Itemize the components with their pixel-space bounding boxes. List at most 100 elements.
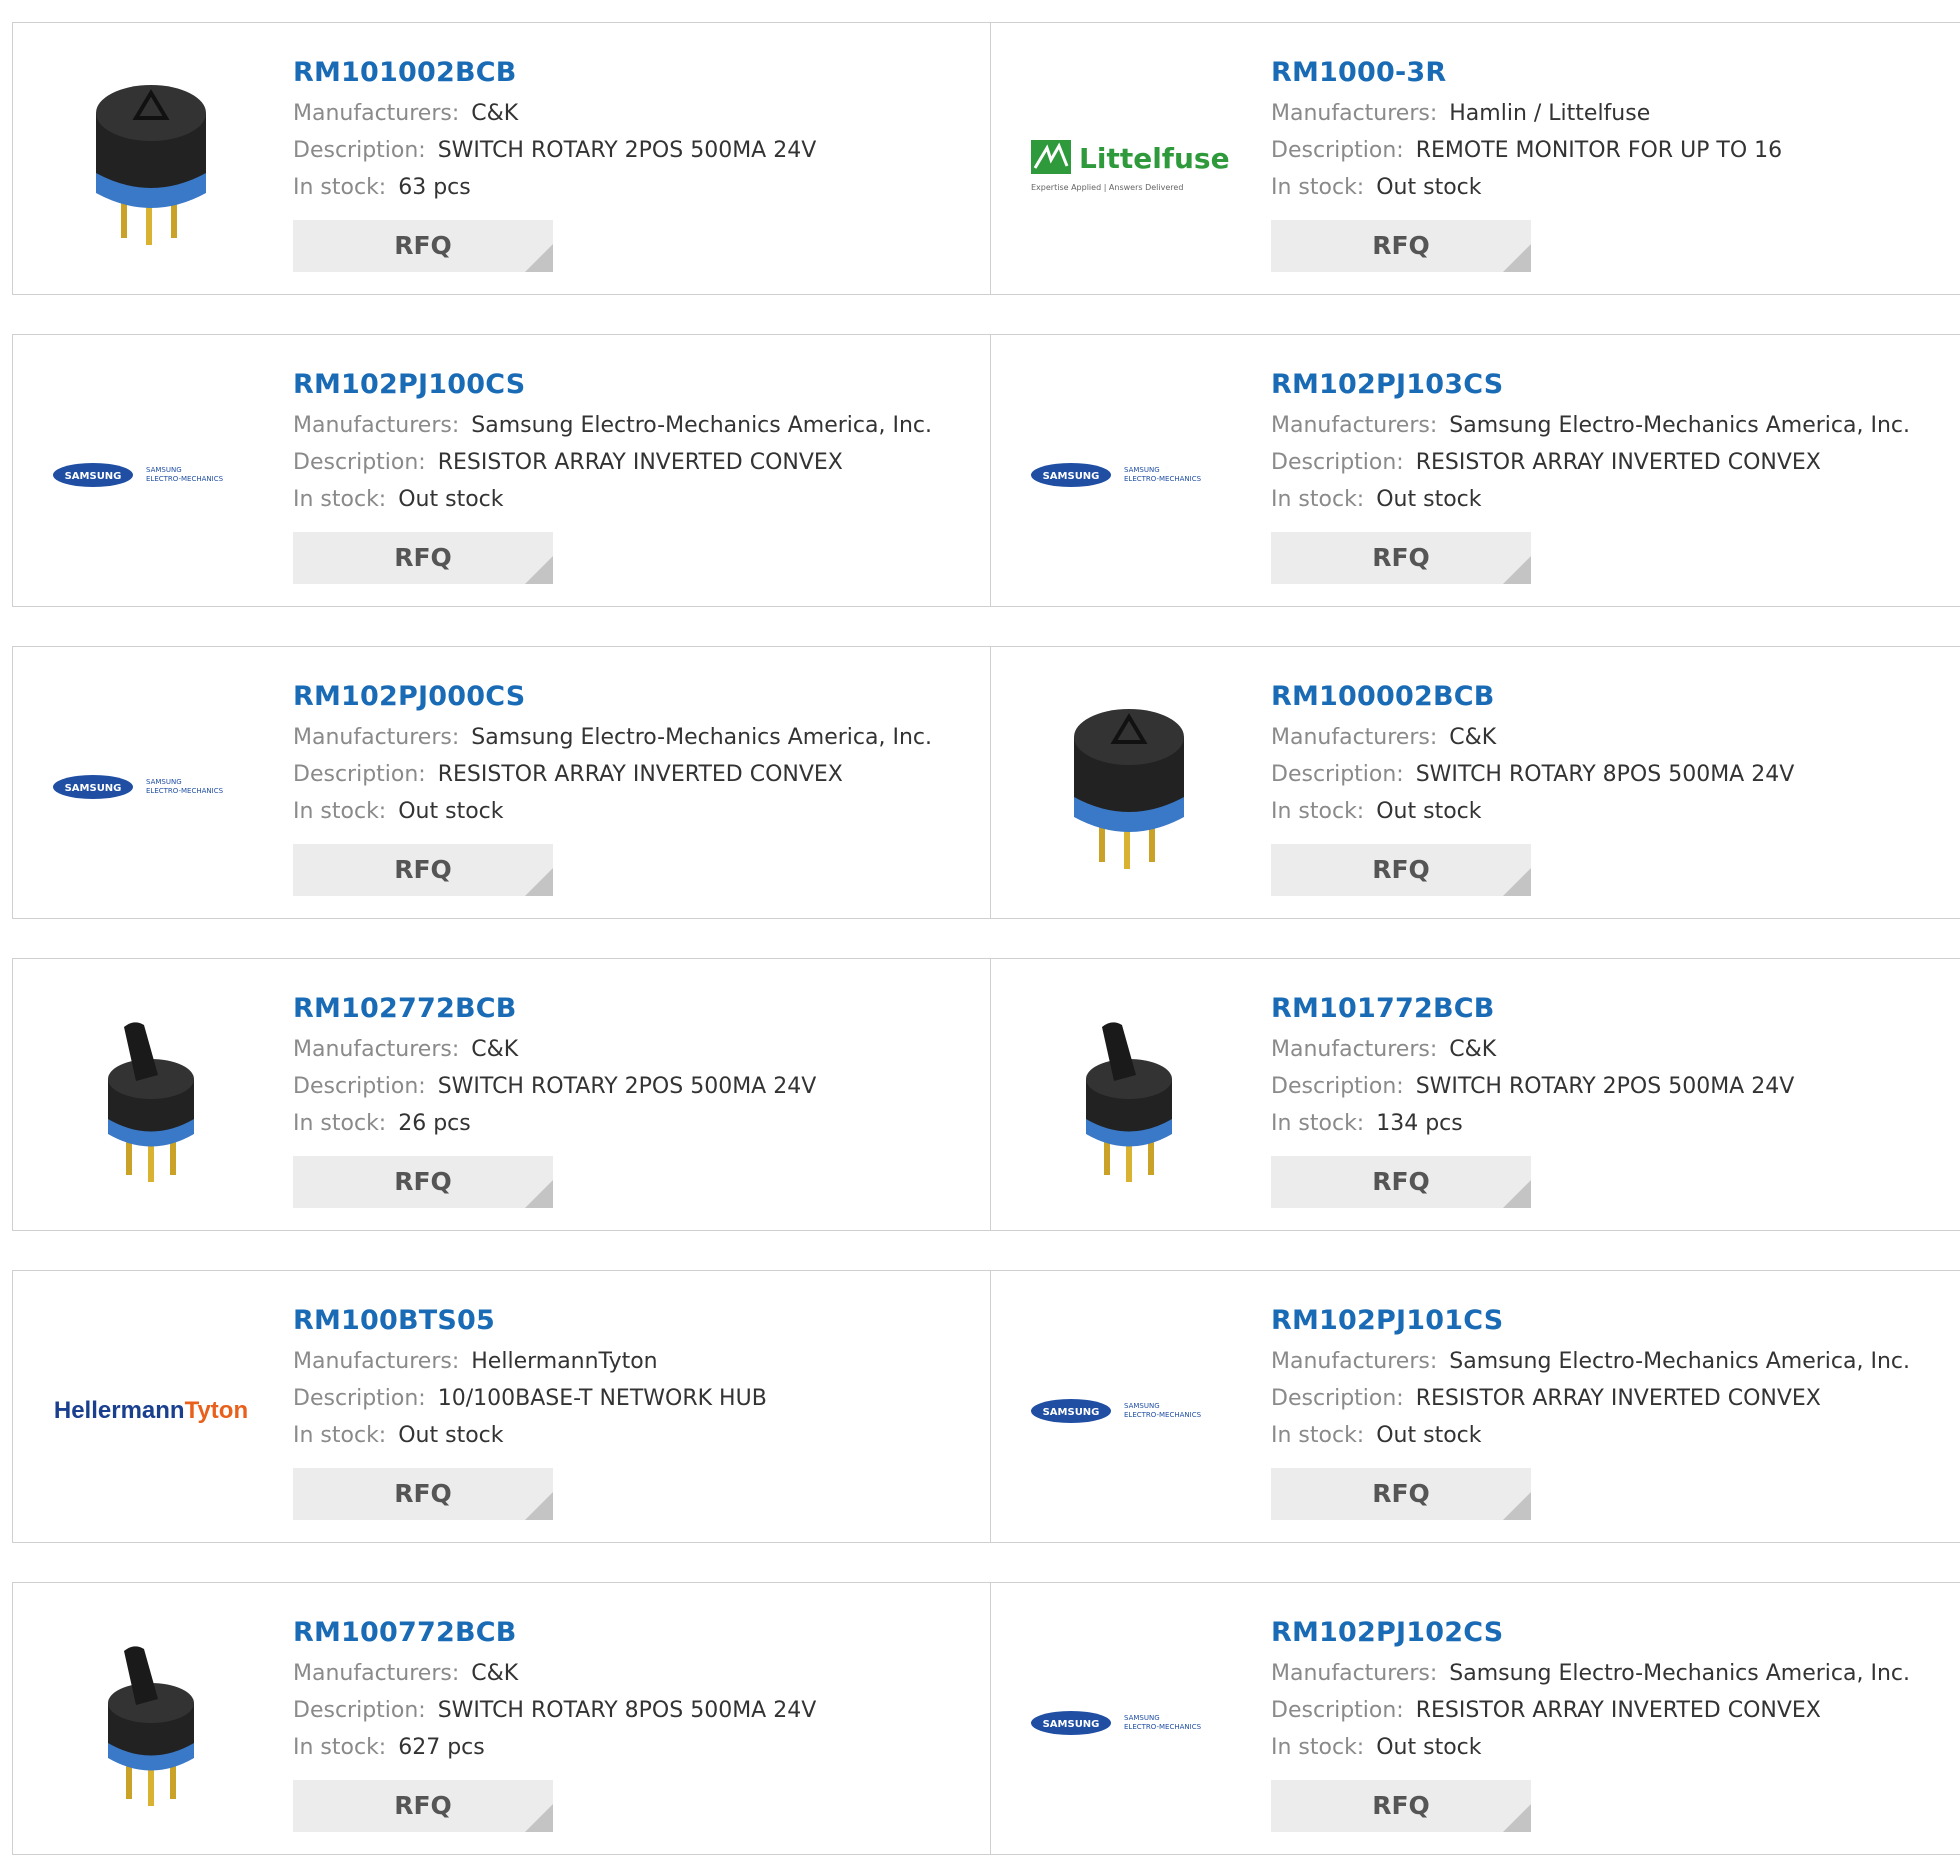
svg-text:ELECTRO-MECHANICS: ELECTRO-MECHANICS (1124, 1723, 1202, 1731)
manufacturer-row-label: Manufacturers: (1271, 413, 1438, 438)
description-row: Description: SWITCH ROTARY 2POS 500MA 24V (1271, 1068, 1794, 1105)
part-number-link[interactable]: RM102772BCB (293, 987, 816, 1031)
rfq-button[interactable]: RFQ (293, 1156, 553, 1208)
manufacturer-row-label: Manufacturers: (1271, 1037, 1438, 1062)
rfq-corner-triangle (525, 1492, 553, 1520)
rfq-button[interactable]: RFQ (293, 1780, 553, 1832)
rfq-label: RFQ (394, 1479, 452, 1508)
svg-text:SAMSUNG: SAMSUNG (1043, 471, 1100, 482)
product-card: RM101002BCB Manufacturers: C&K Description:… (12, 22, 991, 295)
manufacturer-row-label: Manufacturers: (1271, 1661, 1438, 1686)
stock-row: In stock: Out stock (1271, 481, 1910, 518)
description-row-value: SWITCH ROTARY 8POS 500MA 24V (437, 1698, 817, 1723)
rfq-button[interactable]: RFQ (1271, 1156, 1531, 1208)
manufacturer-row-value: Samsung Electro-Mechanics America, Inc. (1449, 1661, 1910, 1686)
product-info: RM102PJ100CS Manufacturers: Samsung Electr… (293, 363, 932, 584)
part-number-link[interactable]: RM102PJ000CS (293, 675, 932, 719)
product-info: RM102PJ103CS Manufacturers: Samsung Electr… (1271, 363, 1910, 584)
svg-text:SAMSUNG: SAMSUNG (146, 778, 182, 786)
manufacturer-row-value: HellermannTyton (471, 1349, 658, 1374)
product-info: RM101772BCB Manufacturers: C&K Description:… (1271, 987, 1794, 1208)
manufacturer-row-label: Manufacturers: (293, 1349, 460, 1374)
stock-row-label: In stock: (293, 1735, 387, 1760)
manufacturer-row-value: C&K (1449, 1037, 1497, 1062)
stock-row-label: In stock: (293, 175, 387, 200)
product-row: SAMSUNG SAMSUNG ELECTRO-MECHANICS RM102PJ00… (12, 646, 1960, 921)
rfq-button[interactable]: RFQ (293, 220, 553, 272)
description-row-value: RESISTOR ARRAY INVERTED CONVEX (1415, 1698, 1821, 1723)
manufacturer-row-label: Manufacturers: (293, 725, 460, 750)
description-row-label: Description: (293, 138, 426, 163)
part-number-link[interactable]: RM1000-3R (1271, 51, 1782, 95)
part-number-link[interactable]: RM102PJ103CS (1271, 363, 1910, 407)
samsung-logo: SAMSUNG SAMSUNG ELECTRO-MECHANICS (1029, 1311, 1229, 1511)
rfq-label: RFQ (394, 1167, 452, 1196)
product-info: RM1000-3R Manufacturers: Hamlin / Littelfu… (1271, 51, 1782, 272)
manufacturer-row-value: Hamlin / Littelfuse (1449, 101, 1651, 126)
stock-row-value: Out stock (1376, 799, 1482, 824)
part-number-link[interactable]: RM102PJ100CS (293, 363, 932, 407)
svg-text:Littelfuse: Littelfuse (1079, 142, 1229, 175)
description-row: Description: RESISTOR ARRAY INVERTED CONV… (293, 756, 932, 793)
product-card: RM100002BCB Manufacturers: C&K Description:… (990, 646, 1960, 919)
stock-row-value: Out stock (1376, 1423, 1482, 1448)
stock-row-value: 134 pcs (1376, 1111, 1463, 1136)
part-number-link[interactable]: RM100BTS05 (293, 1299, 767, 1343)
part-number-link[interactable]: RM100772BCB (293, 1611, 816, 1655)
manufacturer-row: Manufacturers: HellermannTyton (293, 1343, 767, 1380)
description-row: Description: 10/100BASE-T NETWORK HUB (293, 1380, 767, 1417)
manufacturer-row: Manufacturers: Samsung Electro-Mechanics … (1271, 1655, 1910, 1692)
rfq-label: RFQ (1372, 855, 1430, 884)
rfq-corner-triangle (1503, 868, 1531, 896)
part-number-link[interactable]: RM102PJ101CS (1271, 1299, 1910, 1343)
stock-row-value: Out stock (398, 487, 504, 512)
description-row-label: Description: (1271, 1386, 1404, 1411)
rfq-button[interactable]: RFQ (1271, 844, 1531, 896)
rfq-button[interactable]: RFQ (293, 532, 553, 584)
manufacturer-row: Manufacturers: Samsung Electro-Mechanics … (293, 407, 932, 444)
stock-row-label: In stock: (1271, 1423, 1365, 1448)
stock-row-label: In stock: (1271, 799, 1365, 824)
part-number-link[interactable]: RM100002BCB (1271, 675, 1794, 719)
product-info: RM100772BCB Manufacturers: C&K Description:… (293, 1611, 816, 1832)
description-row-label: Description: (1271, 138, 1404, 163)
rfq-label: RFQ (394, 231, 452, 260)
rfq-corner-triangle (525, 868, 553, 896)
rfq-button[interactable]: RFQ (293, 1468, 553, 1520)
product-info: RM102PJ102CS Manufacturers: Samsung Electr… (1271, 1611, 1910, 1832)
rfq-button[interactable]: RFQ (1271, 532, 1531, 584)
product-card: SAMSUNG SAMSUNG ELECTRO-MECHANICS RM102PJ10… (990, 1270, 1960, 1543)
rfq-button[interactable]: RFQ (293, 844, 553, 896)
rfq-corner-triangle (1503, 1804, 1531, 1832)
rfq-corner-triangle (525, 556, 553, 584)
stock-row: In stock: 26 pcs (293, 1105, 816, 1142)
description-row-label: Description: (293, 762, 426, 787)
manufacturer-row-label: Manufacturers: (293, 101, 460, 126)
description-row: Description: SWITCH ROTARY 2POS 500MA 24V (293, 1068, 816, 1105)
manufacturer-row-label: Manufacturers: (293, 1661, 460, 1686)
stock-row-label: In stock: (1271, 1735, 1365, 1760)
product-info: RM102772BCB Manufacturers: C&K Description:… (293, 987, 816, 1208)
rfq-label: RFQ (394, 1791, 452, 1820)
product-image (51, 1623, 251, 1823)
stock-row-label: In stock: (293, 1423, 387, 1448)
rfq-label: RFQ (1372, 1791, 1430, 1820)
stock-row: In stock: 63 pcs (293, 169, 816, 206)
svg-text:SAMSUNG: SAMSUNG (1124, 466, 1160, 474)
description-row-label: Description: (293, 1386, 426, 1411)
product-row: RM100772BCB Manufacturers: C&K Description:… (12, 1582, 1960, 1857)
manufacturer-row-value: Samsung Electro-Mechanics America, Inc. (1449, 413, 1910, 438)
stock-row: In stock: Out stock (1271, 1729, 1910, 1766)
part-number-link[interactable]: RM101772BCB (1271, 987, 1794, 1031)
part-number-link[interactable]: RM102PJ102CS (1271, 1611, 1910, 1655)
stock-row-value: Out stock (398, 1423, 504, 1448)
description-row-label: Description: (1271, 1074, 1404, 1099)
description-row-label: Description: (1271, 450, 1404, 475)
svg-text:SAMSUNG: SAMSUNG (1043, 1719, 1100, 1730)
rfq-button[interactable]: RFQ (1271, 1468, 1531, 1520)
rfq-button[interactable]: RFQ (1271, 220, 1531, 272)
svg-text:SAMSUNG: SAMSUNG (65, 471, 122, 482)
description-row: Description: RESISTOR ARRAY INVERTED CONV… (1271, 1692, 1910, 1729)
part-number-link[interactable]: RM101002BCB (293, 51, 816, 95)
rfq-button[interactable]: RFQ (1271, 1780, 1531, 1832)
